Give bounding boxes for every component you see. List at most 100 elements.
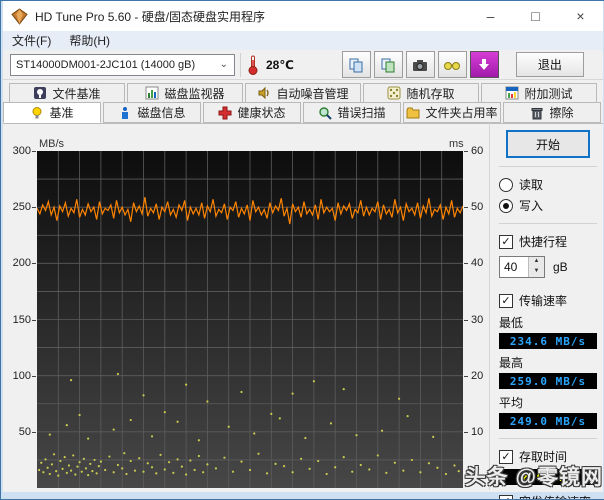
checkbox-checked-icon: ✓ (499, 235, 513, 249)
start-button[interactable]: 开始 (507, 131, 589, 157)
tab-label: 磁盘信息 (137, 104, 185, 121)
max-value-display: 259.0 MB/s (499, 373, 597, 389)
tab-health[interactable]: 健康状态 (203, 102, 301, 123)
tab-label: 基准 (49, 104, 73, 121)
maximize-button[interactable]: □ (513, 1, 558, 31)
axis-tick-mark (32, 376, 36, 377)
tab-disk-info[interactable]: 磁盘信息 (103, 102, 201, 123)
tab-label: 文件夹占用率 (425, 104, 497, 121)
max-label: 最高 (499, 354, 597, 371)
divider (499, 223, 597, 224)
close-button[interactable]: × (558, 1, 603, 31)
axis-tick-label: 300 (5, 145, 31, 157)
axis-tick-mark (32, 263, 36, 264)
short-stroke-checkbox[interactable]: ✓ 快捷行程 (499, 233, 597, 250)
copy-button[interactable] (342, 51, 371, 78)
axis-tick-mark (464, 320, 468, 321)
save-results-button[interactable] (470, 51, 499, 78)
burst-rate-checkbox[interactable]: ✓ 突发传输速率 (499, 493, 597, 500)
checkbox-checked-icon: ✓ (499, 495, 513, 500)
axis-tick-mark (464, 263, 468, 264)
tab-row-secondary: 文件基准 磁盘监视器 自动噪音管理 随机存取 附加测试 (9, 83, 599, 102)
tab-random-access[interactable]: 随机存取 (363, 83, 479, 102)
window-title: HD Tune Pro 5.60 - 硬盘/固态硬盘实用程序 (35, 8, 265, 25)
left-axis-unit: MB/s (39, 138, 64, 150)
axis-tick-mark (464, 376, 468, 377)
avg-value-display: 249.0 MB/s (499, 413, 597, 429)
axis-tick-mark (464, 207, 468, 208)
app-icon (11, 8, 28, 25)
axis-tick-label: 20 (471, 370, 491, 382)
stepper-down-icon[interactable]: ▼ (529, 267, 544, 277)
bulb-icon (30, 106, 44, 120)
exit-button[interactable]: 退出 (516, 52, 584, 77)
menu-file[interactable]: 文件(F) (12, 32, 51, 49)
hdtune-window: HD Tune Pro 5.60 - 硬盘/固态硬盘实用程序 – □ × 文件(… (0, 0, 604, 500)
avg-label: 平均 (499, 394, 597, 411)
trash-icon (530, 106, 544, 120)
tab-error-scan[interactable]: 错误扫描 (303, 102, 401, 123)
axis-tick-label: 40 (471, 257, 491, 269)
copy-icon (348, 57, 364, 73)
toolbar: ST14000DM001-2JC101 (14000 gB) ⌄ 28℃ (3, 50, 603, 80)
short-stroke-label: 快捷行程 (519, 233, 567, 250)
read-radio[interactable]: 读取 (499, 176, 597, 193)
axis-tick-label: 30 (471, 314, 491, 326)
axis-tick-mark (32, 320, 36, 321)
min-label: 最低 (499, 314, 597, 331)
axis-tick-mark (464, 432, 468, 433)
divider (499, 166, 597, 167)
right-axis-unit: ms (449, 138, 464, 150)
short-stroke-stepper[interactable]: 40 ▲▼ (499, 256, 545, 278)
tab-label: 随机存取 (406, 85, 454, 102)
radio-icon (499, 178, 513, 192)
toolbar-divider (240, 53, 241, 77)
stepper-arrows[interactable]: ▲▼ (528, 257, 544, 277)
burst-rate-label: 突发传输速率 (519, 493, 591, 500)
watermark: 头条 @零镜网 (465, 461, 603, 491)
axis-tick-mark (32, 151, 36, 152)
tab-file-benchmark[interactable]: 文件基准 (9, 83, 125, 102)
axis-tick-label: 150 (5, 314, 31, 326)
radio-selected-icon (499, 199, 513, 213)
tab-extra-tests[interactable]: 附加测试 (481, 83, 597, 102)
screenshot-button[interactable] (406, 51, 435, 78)
tab-disk-monitor[interactable]: 磁盘监视器 (127, 83, 243, 102)
tab-erase[interactable]: 擦除 (503, 102, 601, 123)
checkbox-checked-icon: ✓ (499, 294, 513, 308)
arrow-down-icon (477, 58, 491, 72)
menu-help[interactable]: 帮助(H) (69, 32, 110, 49)
tab-folder-usage[interactable]: 文件夹占用率 (403, 102, 501, 123)
minimize-button[interactable]: – (468, 1, 513, 31)
menu-bar: 文件(F) 帮助(H) (3, 31, 603, 50)
dice-icon (387, 86, 401, 100)
transfer-rate-label: 传输速率 (519, 292, 567, 309)
drive-select[interactable]: ST14000DM001-2JC101 (14000 gB) ⌄ (10, 54, 235, 76)
short-stroke-value: 40 (500, 257, 528, 277)
title-bar: HD Tune Pro 5.60 - 硬盘/固态硬盘实用程序 – □ × (3, 1, 603, 31)
tab-label: 磁盘监视器 (164, 85, 224, 102)
tab-aam[interactable]: 自动噪音管理 (245, 83, 361, 102)
tab-benchmark[interactable]: 基准 (3, 102, 101, 123)
magnifier-icon (318, 106, 332, 120)
extra-tests-chart-icon (505, 86, 519, 100)
axis-tick-mark (32, 207, 36, 208)
drive-select-value: ST14000DM001-2JC101 (14000 gB) (16, 59, 195, 71)
axis-tick-label: 50 (5, 426, 31, 438)
view-button[interactable] (438, 51, 467, 78)
axis-tick-label: 60 (471, 145, 491, 157)
camera-icon (412, 58, 428, 72)
transfer-rate-checkbox[interactable]: ✓ 传输速率 (499, 292, 597, 309)
monitor-chart-icon (145, 86, 159, 100)
read-radio-label: 读取 (519, 176, 543, 193)
short-stroke-unit: gB (553, 260, 568, 274)
write-radio[interactable]: 写入 (499, 197, 597, 214)
boxed-bulb-icon (33, 86, 47, 100)
copy-image-button[interactable] (374, 51, 403, 78)
tab-label: 自动噪音管理 (276, 85, 348, 102)
tab-row-primary: 基准 磁盘信息 健康状态 错误扫描 文件夹占用率 擦除 (3, 102, 603, 124)
copy-image-icon (380, 57, 396, 73)
tab-label: 健康状态 (237, 104, 285, 121)
axis-tick-mark (464, 151, 468, 152)
stepper-up-icon[interactable]: ▲ (529, 257, 544, 267)
